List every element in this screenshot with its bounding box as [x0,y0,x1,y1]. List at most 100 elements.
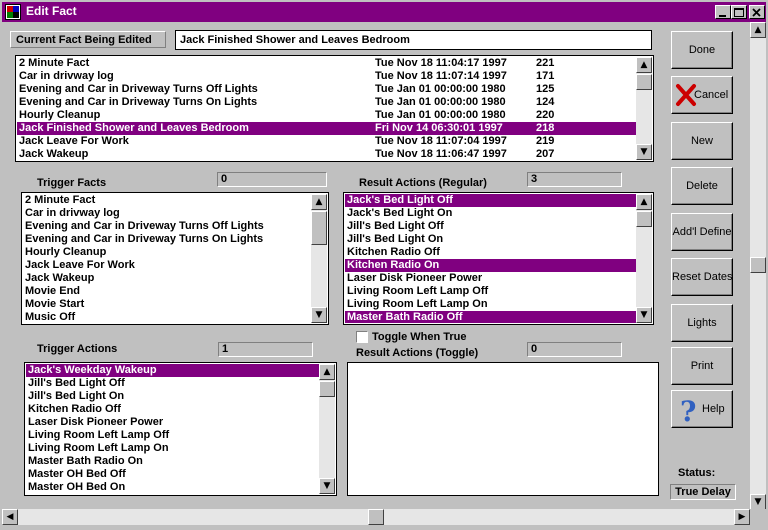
result-actions-toggle-list[interactable] [347,362,659,496]
trigger-action-item[interactable]: Laser Disk Pioneer Power [26,416,319,429]
lights-button[interactable]: Lights [671,304,733,342]
scroll-up-arrow-icon[interactable]: ▲ [750,22,766,38]
trigger-fact-item[interactable]: Movie Start [23,298,311,311]
delete-button[interactable]: Delete [671,167,733,205]
trigger-fact-item[interactable]: Movie End [23,285,311,298]
result-action-item[interactable]: Kitchen Radio On [345,259,636,272]
done-button[interactable]: Done [671,31,733,69]
result-action-item[interactable]: Master Bath Radio Off [345,311,636,323]
app-icon[interactable] [5,4,21,20]
fact-date: Tue Nov 18 11:07:04 1997 [375,135,507,147]
result-action-item[interactable]: Jack's Bed Light On [345,207,636,220]
fact-list-scrollbar[interactable]: ▲ ▼ [636,57,652,160]
result-action-item[interactable]: Kitchen Radio Off [345,246,636,259]
print-button[interactable]: Print [671,347,733,385]
trigger-fact-item[interactable]: 2 Minute Fact [23,194,311,207]
trigger-action-item[interactable]: Master Bath Radio On [26,455,319,468]
fact-list-item[interactable]: Evening and Car in Driveway Turns Off Li… [17,83,636,96]
scroll-up-arrow-icon[interactable]: ▲ [636,194,652,210]
scroll-thumb[interactable] [311,211,327,245]
trigger-action-item[interactable]: Jill's Bed Light Off [26,377,319,390]
result-action-item[interactable]: Laser Disk Pioneer Power [345,272,636,285]
result-actions-regular-scrollbar[interactable]: ▲ ▼ [636,194,652,323]
trigger-fact-item[interactable]: Evening and Car in Driveway Turns On Lig… [23,233,311,246]
trigger-action-item[interactable]: Master OH Bed Off [26,468,319,481]
scroll-thumb[interactable] [636,74,652,90]
fact-name: Jack Finished Shower and Leaves Bedroom [19,122,249,134]
cancel-button[interactable]: Cancel [671,76,733,114]
fact-date: Tue Nov 18 11:04:17 1997 [375,57,507,69]
result-actions-regular-list[interactable]: Jack's Bed Light Off Jack's Bed Light On J… [343,192,654,325]
scroll-thumb[interactable] [750,257,766,273]
scroll-up-arrow-icon[interactable]: ▲ [319,364,335,380]
trigger-fact-item[interactable]: Jack Wakeup [23,272,311,285]
result-actions-regular-rows: Jack's Bed Light Off Jack's Bed Light On J… [345,194,636,323]
reset-dates-button[interactable]: Reset Dates [671,258,733,296]
fact-list-item[interactable]: 2 Minute Fact Tue Nov 18 11:04:17 1997 221 [17,57,636,70]
current-fact-label: Current Fact Being Edited [10,31,166,48]
current-fact-field[interactable]: Jack Finished Shower and Leaves Bedroom [175,30,652,50]
scroll-up-arrow-icon[interactable]: ▲ [636,57,652,73]
result-action-item[interactable]: Living Room Left Lamp On [345,298,636,311]
fact-name: Hourly Cleanup [19,109,101,121]
scroll-thumb[interactable] [368,509,384,525]
result-actions-toggle-label: Result Actions (Toggle) [356,347,479,359]
maximize-button[interactable] [731,5,747,19]
fact-date: Tue Nov 18 11:06:47 1997 [375,148,507,160]
fact-list-item[interactable]: Car in drivway log Tue Nov 18 11:07:14 19… [17,70,636,83]
toggle-when-true-label: Toggle When True [372,331,467,343]
maximize-icon [734,8,744,17]
close-button[interactable] [749,5,765,19]
trigger-action-item[interactable]: Master OH Bed On [26,481,319,494]
new-button[interactable]: New [671,122,733,160]
trigger-fact-item[interactable]: Car in drivway log [23,207,311,220]
trigger-actions-list[interactable]: Jack's Weekday Wakeup Jill's Bed Light Of… [24,362,337,496]
cancel-label: Cancel [694,89,729,101]
result-action-item[interactable]: Jill's Bed Light On [345,233,636,246]
trigger-action-item[interactable]: Jack's Weekday Wakeup [26,364,319,377]
result-action-item[interactable]: Jack's Bed Light Off [345,194,636,207]
trigger-fact-item[interactable]: Hourly Cleanup [23,246,311,259]
help-button[interactable]: ? Help [671,390,733,428]
window-horizontal-scrollbar[interactable]: ◀ ▶ [2,509,750,525]
scroll-thumb[interactable] [636,211,652,227]
scroll-up-arrow-icon[interactable]: ▲ [311,194,327,210]
trigger-fact-item[interactable]: Jack Leave For Work [23,259,311,272]
scroll-thumb[interactable] [319,381,335,397]
trigger-facts-scrollbar[interactable]: ▲ ▼ [311,194,327,323]
fact-list-item[interactable]: Jack Finished Shower and Leaves Bedroom F… [17,122,636,135]
fact-list-item[interactable]: Jack Leave For Work Tue Nov 18 11:07:04 1… [17,135,636,148]
fact-list-item[interactable]: Hourly Cleanup Tue Jan 01 00:00:00 1980 22… [17,109,636,122]
status-value: True Delay [670,484,736,500]
result-actions-toggle-rows [349,364,657,494]
title-bar[interactable]: Edit Fact [2,2,766,22]
addl-define-button[interactable]: Add'l Define [671,213,733,251]
trigger-fact-item[interactable]: Music Off [23,311,311,323]
trigger-fact-item[interactable]: Evening and Car in Driveway Turns Off Li… [23,220,311,233]
result-action-item[interactable]: Jill's Bed Light Off [345,220,636,233]
scroll-down-arrow-icon[interactable]: ▼ [319,478,335,494]
scroll-down-arrow-icon[interactable]: ▼ [636,144,652,160]
trigger-action-item[interactable]: Living Room Left Lamp Off [26,429,319,442]
scroll-right-arrow-icon[interactable]: ▶ [734,509,750,525]
scroll-down-arrow-icon[interactable]: ▼ [636,307,652,323]
trigger-action-item[interactable]: Living Room Left Lamp On [26,442,319,455]
fact-list-item[interactable]: Evening and Car in Driveway Turns On Lig… [17,96,636,109]
window-vertical-scrollbar[interactable]: ▲ ▼ [750,22,766,510]
minimize-button[interactable] [715,5,731,19]
trigger-facts-label: Trigger Facts [37,177,107,189]
fact-id: 221 [536,57,555,69]
trigger-action-item[interactable]: Kitchen Radio Off [26,403,319,416]
trigger-action-item[interactable]: Jill's Bed Light On [26,390,319,403]
trigger-actions-scrollbar[interactable]: ▲ ▼ [319,364,335,494]
trigger-facts-list[interactable]: 2 Minute Fact Car in drivway log Evening a… [21,192,329,325]
fact-list-item[interactable]: Jack Wakeup Tue Nov 18 11:06:47 1997 207 [17,148,636,160]
fact-list[interactable]: 2 Minute Fact Tue Nov 18 11:04:17 1997 221… [15,55,654,162]
result-action-item[interactable]: Living Room Left Lamp Off [345,285,636,298]
fact-name: Evening and Car in Driveway Turns On Lig… [19,96,258,108]
scroll-left-arrow-icon[interactable]: ◀ [2,509,18,525]
scroll-down-arrow-icon[interactable]: ▼ [311,307,327,323]
scroll-down-arrow-icon[interactable]: ▼ [750,494,766,510]
toggle-when-true-checkbox[interactable] [356,331,368,343]
size-grip[interactable] [750,509,766,525]
